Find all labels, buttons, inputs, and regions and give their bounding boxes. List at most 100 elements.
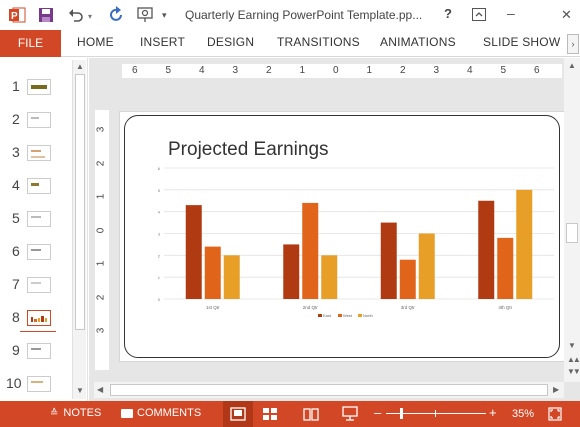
- thumbnail-insert-marker: [20, 331, 56, 332]
- chart-bar: [516, 189, 533, 299]
- customize-toolbar-icon[interactable]: ▾: [162, 10, 167, 21]
- legend-label: West: [343, 313, 353, 318]
- tab-transitions[interactable]: TRANSITIONS: [277, 35, 360, 49]
- slide-vertical-scrollbar[interactable]: ▲ ▼ ▲▲ ▼▼: [564, 58, 580, 382]
- scroll-left-icon[interactable]: ◀: [97, 385, 103, 394]
- comments-icon: [121, 408, 133, 418]
- tab-design[interactable]: DESIGN: [207, 35, 254, 49]
- x-tick-label: 1st Qtr: [206, 305, 220, 310]
- fit-to-window-icon: [548, 407, 562, 421]
- thumbnail-number: 8: [12, 309, 20, 325]
- zoom-level[interactable]: 35%: [512, 408, 534, 420]
- y-tick-label: 5: [158, 188, 161, 193]
- slide-editing-area: 6 5 4 3 2 1 0 1 2 3 4 5 6 3 2 1 0 1 2 3 Projected Earnings…: [89, 58, 580, 401]
- start-slideshow-icon[interactable]: [137, 7, 155, 23]
- zoom-slider[interactable]: [386, 408, 486, 419]
- ruler-tick-label: 5: [500, 65, 507, 76]
- scroll-down-icon[interactable]: ▼: [76, 386, 84, 395]
- fit-slide-button[interactable]: [547, 406, 563, 422]
- y-tick-label: 3: [158, 232, 161, 237]
- slide-sorter-view-button[interactable]: [262, 407, 278, 421]
- tab-file[interactable]: FILE: [0, 30, 61, 57]
- scrollbar-thumb[interactable]: [75, 74, 85, 330]
- ruler-tick-label: 4: [199, 65, 205, 76]
- tab-home[interactable]: HOME: [77, 35, 114, 49]
- zoom-slider-thumb[interactable]: [400, 408, 403, 419]
- ribbon-scroll-right-icon[interactable]: ›: [567, 34, 579, 54]
- ruler-tick-label: 1: [366, 65, 373, 76]
- y-tick-label: 4: [158, 210, 161, 215]
- vertical-ruler: 3 2 1 0 1 2 3: [95, 110, 109, 370]
- zoom-slider-center-mark: [435, 410, 436, 417]
- comments-button[interactable]: COMMENTS: [121, 407, 201, 419]
- zoom-in-button[interactable]: +: [489, 405, 497, 420]
- ruler-tick-label: 3: [95, 126, 107, 133]
- x-tick-label: 2nd Qtr: [303, 305, 319, 310]
- ruler-tick-label: 2: [95, 294, 107, 300]
- ruler-tick-label: 6: [132, 65, 138, 76]
- legend-swatch: [358, 314, 362, 317]
- slide-title[interactable]: Projected Earnings: [168, 139, 329, 161]
- slide-thumbnail[interactable]: [27, 178, 51, 194]
- notes-icon: ≙: [50, 407, 59, 419]
- help-button[interactable]: ?: [444, 6, 452, 21]
- thumbnail-scrollbar[interactable]: ▲ ▼: [72, 60, 86, 399]
- slide-thumbnail[interactable]: [27, 79, 51, 95]
- slide-thumbnail[interactable]: [27, 376, 51, 392]
- next-slide-icon[interactable]: ▼▼: [567, 367, 580, 376]
- chart[interactable]: 0 1 2 3 4 5 6 1st Qtr 2nd Qtr 3rd Qtr 4th Qtr East W…: [154, 162, 554, 337]
- close-button[interactable]: ✕: [561, 7, 572, 23]
- slide-thumbnail[interactable]: [27, 211, 51, 227]
- normal-view-button[interactable]: [223, 401, 253, 427]
- ruler-tick-label: 1: [299, 65, 306, 76]
- notes-button[interactable]: ≙ NOTES: [50, 407, 101, 419]
- ruler-tick-label: 1: [95, 260, 107, 267]
- slide-thumbnail-selected[interactable]: [27, 310, 51, 326]
- scroll-right-icon[interactable]: ▶: [553, 385, 559, 394]
- minimize-button[interactable]: –: [507, 5, 515, 21]
- ruler-tick-label: 1: [95, 193, 107, 200]
- reading-view-button[interactable]: [303, 407, 319, 421]
- previous-slide-icon[interactable]: ▲▲: [567, 355, 580, 364]
- tab-slide-show[interactable]: SLIDE SHOW: [483, 35, 560, 49]
- ruler-tick-label: 0: [333, 65, 339, 76]
- scrollbar-thumb[interactable]: [110, 384, 548, 396]
- slide-horizontal-scrollbar[interactable]: ◀ ▶: [94, 382, 564, 398]
- chart-bar: [185, 205, 202, 299]
- scroll-up-icon[interactable]: ▲: [76, 62, 84, 71]
- horizontal-ruler: 6 5 4 3 2 1 0 1 2 3 4 5 6: [122, 64, 562, 78]
- chart-bar: [418, 233, 435, 299]
- slide-canvas[interactable]: Projected Earnings 0 1 2 3 4 5 6 1st Qtr 2nd Qtr…: [119, 111, 565, 362]
- scroll-up-icon[interactable]: ▲: [568, 61, 576, 70]
- reading-view-icon: [303, 408, 319, 421]
- thumbnail-number: 4: [12, 177, 20, 193]
- legend-label: North: [363, 313, 373, 318]
- thumbnail-number: 7: [12, 276, 20, 292]
- slide-thumbnail[interactable]: [27, 244, 51, 260]
- chart-bar: [399, 259, 416, 299]
- redo-icon[interactable]: [108, 6, 124, 24]
- ruler-tick-label: 5: [165, 65, 172, 76]
- ruler-tick-label: 4: [467, 65, 473, 76]
- slide-show-view-button[interactable]: [342, 406, 358, 422]
- undo-dropdown-icon[interactable]: ▾: [88, 12, 92, 21]
- scrollbar-thumb[interactable]: [566, 223, 578, 243]
- slide-thumbnail[interactable]: [27, 145, 51, 161]
- slide-thumbnail[interactable]: [27, 112, 51, 128]
- chart-bar: [478, 200, 495, 299]
- normal-view-icon: [230, 407, 246, 421]
- save-icon[interactable]: [38, 7, 54, 23]
- ruler-tick-label: 6: [534, 65, 540, 76]
- zoom-out-button[interactable]: –: [374, 405, 381, 420]
- ruler-tick-label: 2: [400, 65, 406, 76]
- undo-icon[interactable]: [68, 7, 84, 23]
- tab-animations[interactable]: ANIMATIONS: [380, 35, 456, 49]
- tab-insert[interactable]: INSERT: [140, 35, 185, 49]
- y-tick-label: 6: [158, 166, 161, 171]
- ribbon-display-options-icon[interactable]: [472, 8, 486, 21]
- chart-bar: [302, 202, 319, 299]
- powerpoint-logo-icon: P: [8, 6, 26, 24]
- slide-thumbnail[interactable]: [27, 277, 51, 293]
- slide-thumbnail[interactable]: [27, 343, 51, 359]
- scroll-down-icon[interactable]: ▼: [568, 341, 576, 350]
